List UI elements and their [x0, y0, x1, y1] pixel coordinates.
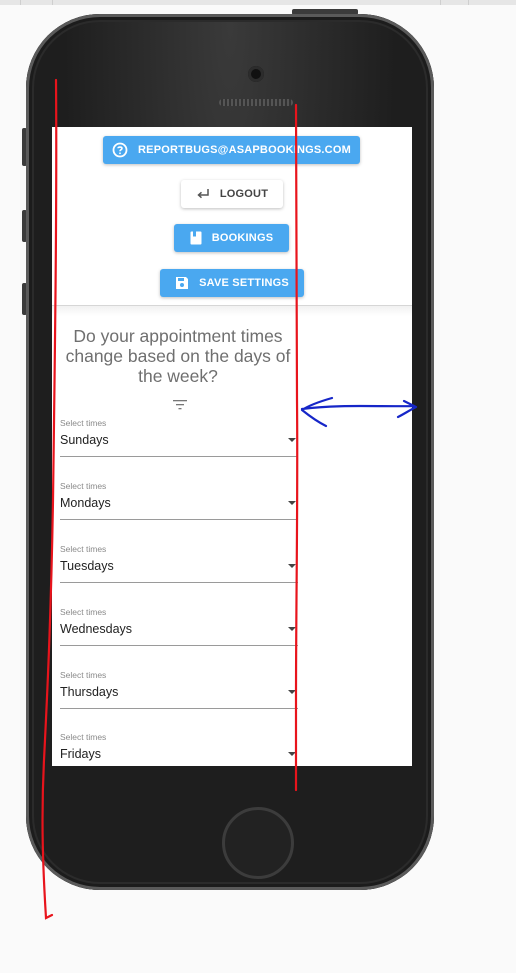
- select-underline: [60, 582, 298, 583]
- select-underline: [60, 708, 298, 709]
- dropdown-caret-icon: [288, 564, 296, 568]
- monday-times-select[interactable]: Select times Mondays: [60, 481, 298, 527]
- home-button[interactable]: [222, 807, 294, 879]
- dropdown-caret-icon: [288, 690, 296, 694]
- report-bugs-label: REPORTBUGS@ASAPBOOKINGS.COM: [138, 144, 351, 156]
- friday-times-select[interactable]: Select times Fridays: [60, 732, 298, 766]
- filter-icon[interactable]: [173, 397, 187, 415]
- logout-arrow-icon: [196, 188, 210, 200]
- phone-screen: REPORTBUGS@ASAPBOOKINGS.COM LOGOUT BOOKI…: [52, 127, 412, 766]
- strip-tick: [440, 0, 441, 5]
- select-underline: [60, 519, 298, 520]
- select-label: Select times: [60, 607, 107, 617]
- earpiece-speaker: [219, 99, 293, 106]
- front-camera: [248, 66, 264, 82]
- save-icon: [175, 276, 189, 290]
- select-value: Sundays: [60, 433, 109, 447]
- select-value: Wednesdays: [60, 622, 133, 636]
- help-circle-icon: [112, 142, 128, 158]
- dropdown-caret-icon: [288, 438, 296, 442]
- top-strip: [0, 0, 516, 5]
- strip-tick: [52, 0, 53, 5]
- select-underline: [60, 645, 298, 646]
- dropdown-caret-icon: [288, 627, 296, 631]
- select-label: Select times: [60, 481, 107, 491]
- thursday-times-select[interactable]: Select times Thursdays: [60, 670, 298, 716]
- bookings-button[interactable]: BOOKINGS: [174, 224, 289, 252]
- sunday-times-select[interactable]: Select times Sundays: [60, 418, 298, 464]
- select-value: Tuesdays: [60, 559, 114, 573]
- select-value: Thursdays: [60, 685, 119, 699]
- divider-shadow: [52, 306, 412, 316]
- strip-tick: [468, 0, 469, 5]
- question-heading: Do your appointment times change based o…: [65, 326, 291, 386]
- tuesday-times-select[interactable]: Select times Tuesdays: [60, 544, 298, 590]
- book-icon: [190, 231, 202, 245]
- save-settings-button[interactable]: SAVE SETTINGS: [160, 269, 304, 297]
- report-bugs-button[interactable]: REPORTBUGS@ASAPBOOKINGS.COM: [103, 136, 360, 164]
- save-settings-label: SAVE SETTINGS: [199, 277, 289, 289]
- logout-button[interactable]: LOGOUT: [181, 180, 283, 208]
- dropdown-caret-icon: [288, 752, 296, 756]
- dropdown-caret-icon: [288, 501, 296, 505]
- select-label: Select times: [60, 544, 107, 554]
- select-value: Mondays: [60, 496, 111, 510]
- bookings-label: BOOKINGS: [211, 232, 274, 244]
- select-underline: [60, 456, 298, 457]
- strip-tick: [20, 0, 21, 5]
- select-value: Fridays: [60, 747, 101, 761]
- select-label: Select times: [60, 732, 107, 742]
- wednesday-times-select[interactable]: Select times Wednesdays: [60, 607, 298, 653]
- select-label: Select times: [60, 670, 107, 680]
- logout-label: LOGOUT: [219, 188, 269, 200]
- select-label: Select times: [60, 418, 107, 428]
